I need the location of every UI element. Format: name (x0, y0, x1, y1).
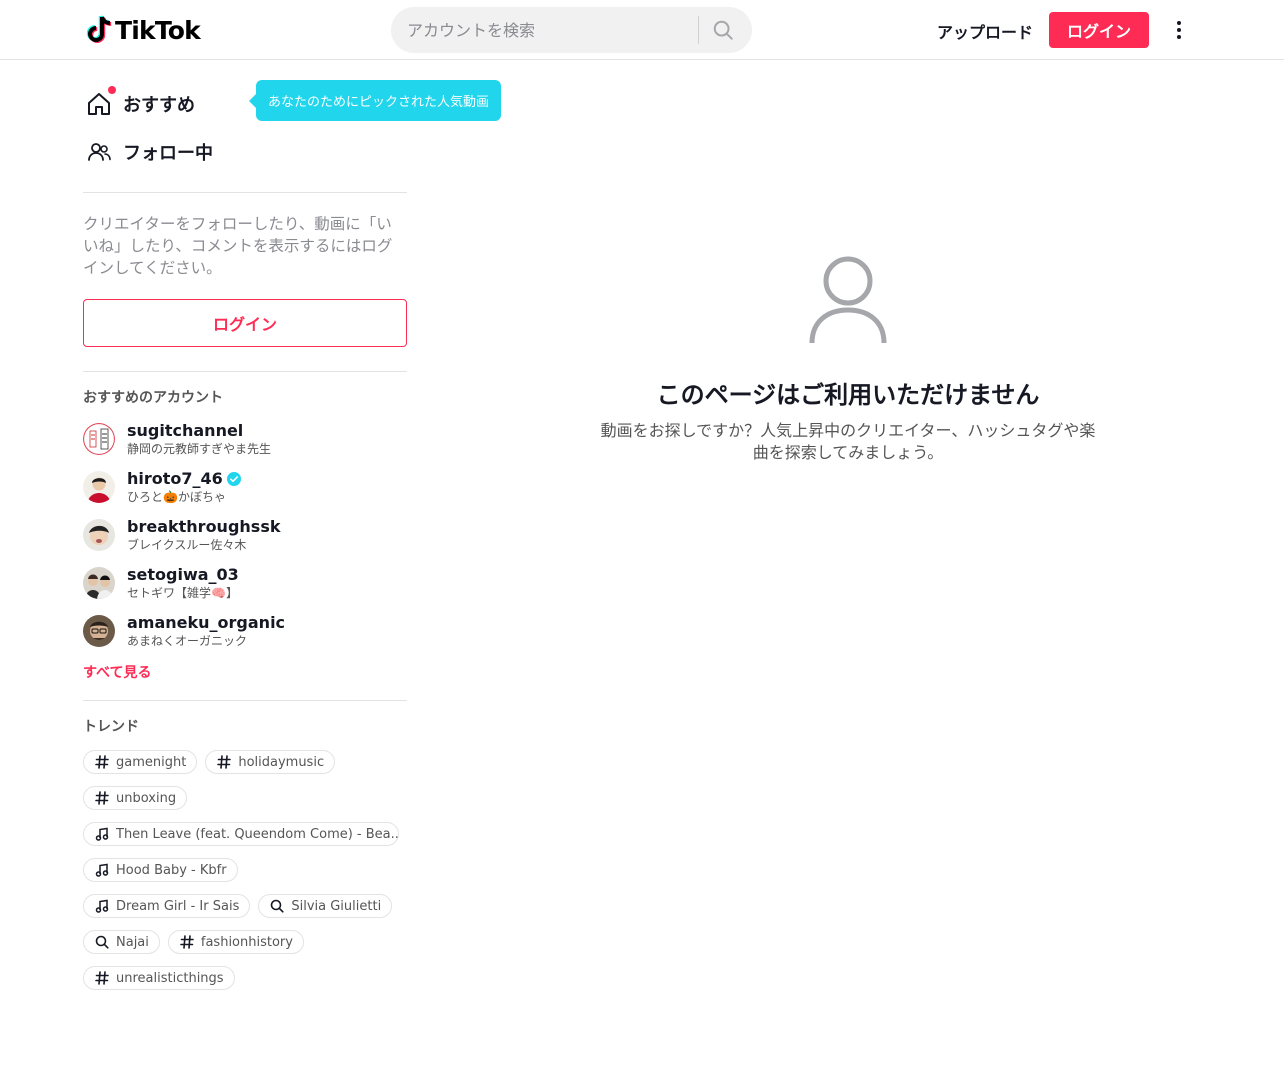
search-icon (713, 20, 733, 40)
trending-title: トレンド (83, 719, 139, 735)
search-button[interactable] (709, 18, 737, 42)
search-input[interactable] (391, 7, 697, 53)
trending-tag-label: fashionhistory (200, 934, 293, 950)
nav-item-following[interactable]: フォロー中 (83, 128, 407, 176)
trending-tag[interactable]: Silvia Giulietti (258, 894, 393, 918)
account-username: setogiwa_03 (127, 565, 239, 584)
trending-tag[interactable]: unrealisticthings (83, 966, 235, 990)
sidebar-divider (83, 371, 407, 372)
logo-text: TikTok (115, 15, 201, 45)
trending-tag[interactable]: unboxing (83, 786, 188, 810)
music-note-icon (94, 826, 110, 842)
nav-item-for-you[interactable]: おすすめ (83, 80, 407, 128)
more-vertical-icon (1177, 21, 1181, 39)
tiktok-note-icon (86, 15, 112, 43)
trending-row: Dream Girl - Ir Sais Silvia Giulietti (83, 894, 407, 918)
trending-tag-label: Then Leave (feat. Queendom Come) - Bea..… (116, 826, 399, 842)
account-display-name: ブレイクスルー佐々木 (127, 538, 247, 552)
search-icon (269, 898, 285, 914)
trending-row: unrealisticthings (83, 966, 407, 990)
account-display-name: あまねくオーガニック (127, 634, 248, 648)
trending-tag-label: unboxing (116, 790, 177, 806)
suggested-account[interactable]: amaneku_organic あまねくオーガニック (83, 607, 407, 655)
hashtag-icon (179, 934, 195, 950)
sidebar-divider (83, 700, 407, 701)
account-username: hiroto7_46 (127, 469, 223, 488)
sidebar: おすすめ フォロー中 クリエイターをフォローしたり、動画に「いいね」したり、コメ… (83, 60, 407, 1002)
notification-dot (108, 86, 116, 94)
music-note-icon (94, 898, 110, 914)
verified-badge-icon (226, 472, 241, 486)
trending-tag-label: unrealisticthings (116, 970, 224, 986)
trending-row: Then Leave (feat. Queendom Come) - Bea..… (83, 822, 407, 846)
avatar (83, 471, 115, 503)
trending-tag[interactable]: holidaymusic (205, 750, 336, 774)
avatar (83, 567, 115, 599)
trending-tag[interactable]: Dream Girl - Ir Sais (83, 894, 251, 918)
upload-link[interactable]: アップロード (937, 19, 1033, 43)
unavailable-page: このページはご利用いただけません 動画をお探しですか？人気上昇中のクリエイター、… (560, 255, 1136, 464)
trending-tag-label: gamenight (116, 754, 187, 770)
top-header: TikTok アップロード ログイン (0, 0, 1284, 60)
account-username: amaneku_organic (127, 613, 286, 632)
account-username: breakthroughssk (127, 517, 281, 536)
avatar (83, 519, 115, 551)
login-button[interactable]: ログイン (1049, 12, 1149, 48)
nav-label: フォロー中 (123, 143, 213, 164)
hashtag-icon (216, 754, 232, 770)
tiktok-logo[interactable]: TikTok (86, 14, 201, 46)
trending-tag-label: Najai (116, 934, 149, 950)
suggested-account[interactable]: sugitchannel 静岡の元教師すぎやま先生 (83, 415, 407, 463)
trending-tag[interactable]: gamenight (83, 750, 198, 774)
sidebar-login-button[interactable]: ログイン (83, 299, 407, 347)
avatar (83, 615, 115, 647)
trending-row: gamenight holidaymusic (83, 750, 407, 774)
more-menu-button[interactable] (1166, 16, 1192, 44)
account-display-name: ひろと🎃かぼちゃ (127, 490, 226, 504)
trending-tag-label: Silvia Giulietti (291, 898, 382, 914)
trending-row: unboxing (83, 786, 407, 810)
music-note-icon (94, 862, 110, 878)
trending-tag[interactable]: Najai (83, 930, 160, 954)
hashtag-icon (94, 790, 110, 806)
trending-row: Najai fashionhistory (83, 930, 407, 954)
nav-label: おすすめ (123, 95, 195, 116)
search-bar (391, 7, 752, 53)
search-divider (698, 16, 699, 44)
page-title: このページはご利用いただけません (656, 381, 1040, 409)
hashtag-icon (94, 970, 110, 986)
suggested-account[interactable]: hiroto7_46 ひろと🎃かぼちゃ (83, 463, 407, 511)
user-placeholder-icon (809, 256, 887, 344)
suggested-accounts-title: おすすめのアカウント (83, 390, 223, 406)
trending-tags: gamenight holidaymusic unboxing Then Leave … (83, 750, 407, 990)
search-icon (94, 934, 110, 950)
trending-tag-label: Hood Baby - Kbfr (116, 862, 227, 878)
trending-tag[interactable]: Then Leave (feat. Queendom Come) - Bea..… (83, 822, 399, 846)
see-all-link[interactable]: すべて見る (83, 662, 407, 682)
suggested-account[interactable]: breakthroughssk ブレイクスルー佐々木 (83, 511, 407, 559)
trending-tag[interactable]: Hood Baby - Kbfr (83, 858, 238, 882)
account-username: sugitchannel (127, 421, 244, 440)
trending-tag-label: Dream Girl - Ir Sais (116, 898, 240, 914)
users-icon (83, 136, 115, 168)
trending-tag-label: holidaymusic (238, 754, 325, 770)
avatar (83, 423, 115, 455)
page-description: 動画をお探しですか？人気上昇中のクリエイター、ハッシュタグや楽曲を探索してみまし… (600, 421, 1096, 462)
login-prompt-text: クリエイターをフォローしたり、動画に「いいね」したり、コメントを表示するにはログ… (83, 215, 393, 277)
suggested-account[interactable]: setogiwa_03 セトギワ【雑学🧠】 (83, 559, 407, 607)
account-display-name: 静岡の元教師すぎやま先生 (127, 442, 272, 456)
trending-row: Hood Baby - Kbfr (83, 858, 407, 882)
sidebar-divider (83, 192, 407, 193)
hashtag-icon (94, 754, 110, 770)
account-display-name: セトギワ【雑学🧠】 (127, 586, 238, 600)
trending-tag[interactable]: fashionhistory (167, 930, 304, 954)
